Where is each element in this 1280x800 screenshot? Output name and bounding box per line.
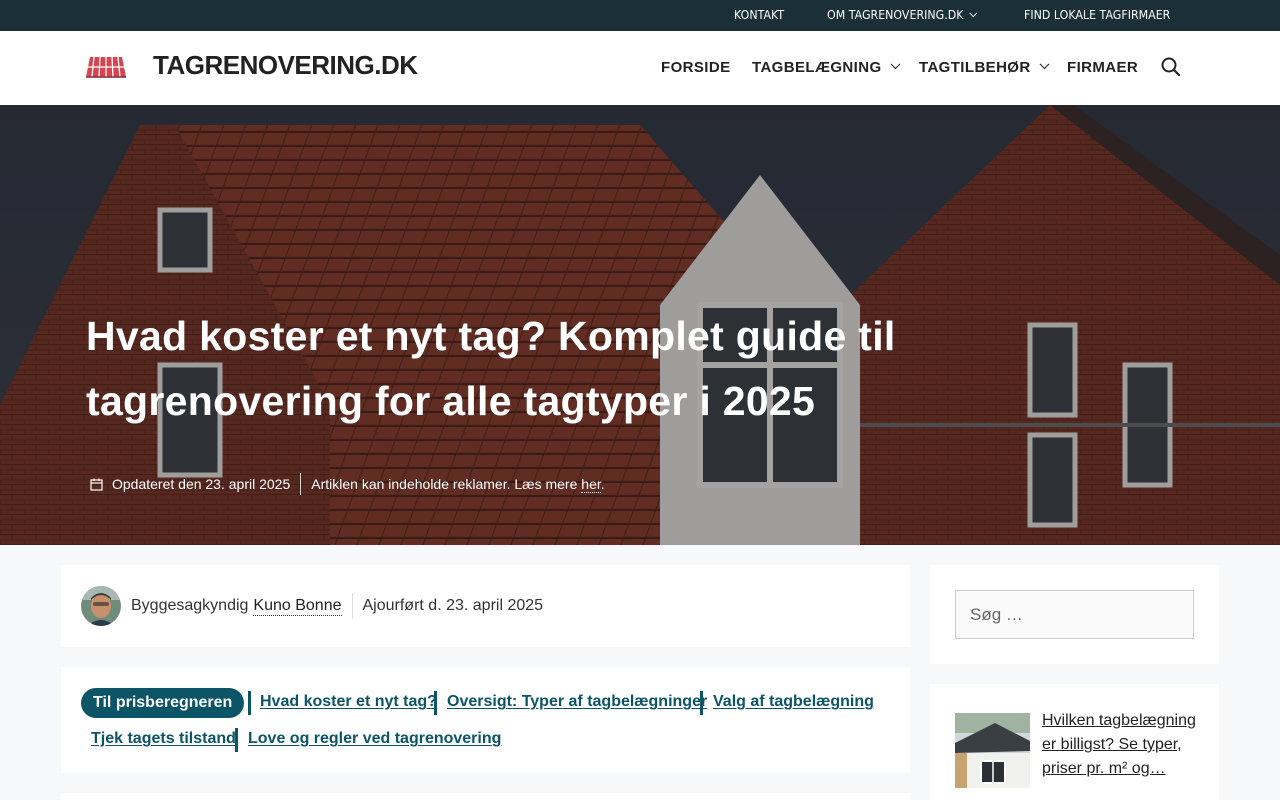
toc-divider [235,728,238,752]
related-thumbnail[interactable] [955,713,1030,788]
price-calculator-button[interactable]: Til prisberegneren [81,688,245,718]
toc-link-condition[interactable]: Tjek tagets tilstand [91,730,236,748]
ad-notice-suffix: . [600,476,605,492]
ad-notice-link[interactable]: her [581,476,601,493]
nav-item-tagbelaegning[interactable]: TAGBELÆGNING [752,31,900,105]
updated-date: Opdateret den 23. april 2025 [112,476,291,492]
nav-item-tagtilbehor[interactable]: TAGTILBEHØR [919,31,1050,105]
chevron-down-icon [1039,59,1050,70]
nav-item-firmaer[interactable]: FIRMAER [1067,31,1138,105]
site-title[interactable]: TAGRENOVERING.DK [153,50,418,81]
author-divider [351,593,353,619]
content-card [61,793,910,800]
avatar [81,586,121,626]
search-input[interactable] [955,590,1194,639]
nav-item-forside[interactable]: FORSIDE [661,31,730,105]
related-post-link[interactable]: Hvilken tagbelægning er billigst? Se typ… [1042,709,1202,781]
chevron-down-icon [969,8,978,18]
topbar-link-kontakt[interactable]: KONTAKT [734,0,784,31]
toc-divider [434,691,437,715]
author-box: Byggesagkyndig Kuno Bonne Ajourført d. 2… [61,565,910,647]
ad-notice-text: Artiklen kan indeholde reklamer. Læs mer… [311,476,582,492]
author-updated: Ajourført d. 23. april 2025 [362,597,544,614]
site-header: TAGRENOVERING.DK FORSIDE TAGBELÆGNING TA… [0,31,1280,105]
author-line: Byggesagkyndig Kuno Bonne Ajourført d. 2… [131,593,543,619]
table-of-contents: Til prisberegneren Hvad koster et nyt ta… [61,667,910,773]
chevron-down-icon [890,59,900,70]
toc-link-price[interactable]: Hvad koster et nyt tag? [260,693,437,711]
nav-item-tagbelaegning-label: TAGBELÆGNING [752,59,882,76]
house-thumbnail-image [955,713,1030,788]
topbar-link-om[interactable]: OM TAGRENOVERING.DK [827,0,978,31]
page-title: Hvad koster et nyt tag? Komplet guide ti… [86,313,896,424]
ad-notice: Artiklen kan indeholde reklamer. Læs mer… [311,476,605,493]
nav-item-tagtilbehor-label: TAGTILBEHØR [919,59,1031,76]
roof-tiles-icon[interactable] [85,55,127,79]
hero-banner: Hvad koster et nyt tag? Komplet guide ti… [0,105,1280,545]
top-bar: KONTAKT OM TAGRENOVERING.DK FIND LOKALE … [0,0,1280,31]
hero-meta: Opdateret den 23. april 2025 Artiklen ka… [90,473,605,495]
topbar-link-find-firmaer[interactable]: FIND LOKALE TAGFIRMAER [1024,0,1170,31]
calendar-icon [90,478,103,491]
topbar-link-om-label: OM TAGRENOVERING.DK [827,8,964,22]
toc-link-choice[interactable]: Valg af tagbelægning [713,693,874,711]
toc-divider [248,691,251,715]
toc-divider [700,691,703,715]
meta-divider [300,473,302,495]
author-name-link[interactable]: Kuno Bonne [253,597,342,616]
sidebar-search [930,565,1219,664]
author-role: Byggesagkyndig [131,597,249,614]
toc-link-types[interactable]: Oversigt: Typer af tagbelægninger [447,693,707,711]
author-photo [81,586,121,626]
toc-link-rules[interactable]: Love og regler ved tagrenovering [248,730,501,748]
search-icon[interactable] [1160,56,1182,78]
related-post: Hvilken tagbelægning er billigst? Se typ… [930,684,1219,800]
